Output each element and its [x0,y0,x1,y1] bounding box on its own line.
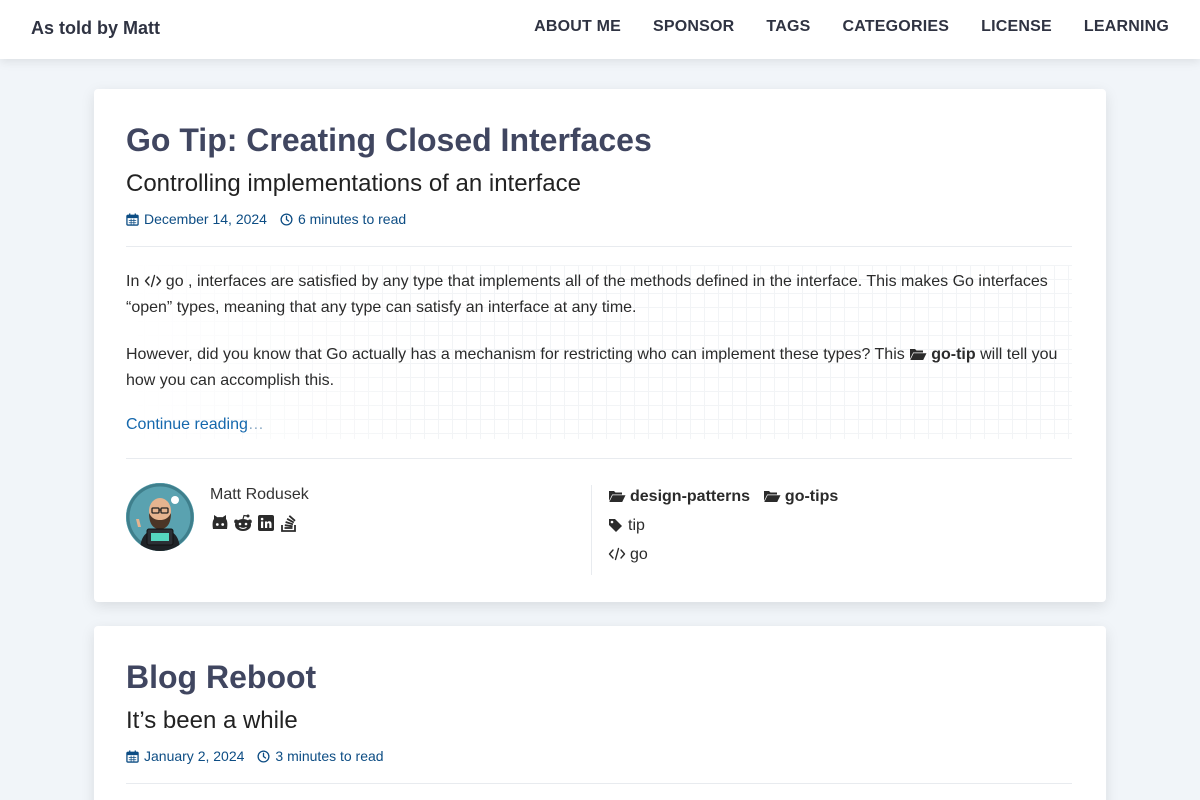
stackoverflow-icon[interactable] [279,513,299,533]
nav-tags[interactable]: TAGS [766,18,810,36]
read-time: 3 minutes to read [275,748,384,764]
nav-about-me[interactable]: ABOUT ME [534,18,621,36]
nav-sponsor[interactable]: SPONSOR [653,18,734,36]
main-nav: ABOUT ME SPONSOR TAGS CATEGORIES LICENSE… [502,18,1169,36]
linkedin-icon[interactable] [256,513,276,533]
tag-link[interactable]: tip [628,517,645,534]
post-tags: tip [608,517,645,535]
category-link[interactable]: go-tips [785,488,838,505]
calendar-icon [126,212,139,226]
continue-reading-link[interactable]: Continue reading… [126,416,264,434]
github-icon[interactable] [210,513,230,533]
site-title[interactable]: As told by Matt [31,18,160,39]
post-card: Blog Reboot It’s been a while January 2,… [94,626,1106,800]
post-meta: January 2, 2024 3 minutes to read [126,748,384,764]
calendar-icon [126,749,139,763]
tag-icon [609,519,622,532]
post-title[interactable]: Blog Reboot [126,659,316,696]
post-languages: go [608,546,648,564]
top-navbar: As told by Matt ABOUT ME SPONSOR TAGS CA… [0,0,1200,59]
excerpt-paragraph: In go , interfaces are satisfied by any … [126,273,1048,316]
divider [126,458,1072,459]
post-meta: December 14, 2024 6 minutes to read [126,211,406,227]
author-avatar[interactable] [126,483,194,551]
post-card: Go Tip: Creating Closed Interfaces Contr… [94,89,1106,602]
author-name[interactable]: Matt Rodusek [210,486,309,504]
author-social-links [210,513,302,533]
nav-categories[interactable]: CATEGORIES [842,18,949,36]
category-link-go-tip[interactable]: go-tip [931,346,975,363]
clock-icon [280,212,293,226]
excerpt-paragraph: However, did you know that Go actually h… [126,346,1058,389]
avatar-illustration [126,483,194,551]
language-link[interactable]: go [630,546,648,563]
code-icon [608,547,626,561]
folder-open-icon [609,491,626,502]
divider [126,783,1072,784]
post-categories: design-patterns go-tips [608,488,838,506]
post-date: January 2, 2024 [144,748,245,764]
folder-open-icon [910,349,927,360]
post-subtitle: It’s been a while [126,707,298,734]
nav-learning[interactable]: LEARNING [1084,18,1169,36]
reddit-icon[interactable] [233,513,253,533]
nav-license[interactable]: LICENSE [981,18,1052,36]
divider [126,246,1072,247]
folder-open-icon [763,491,781,502]
code-icon [144,274,161,288]
clock-icon [257,749,270,763]
language-link-go[interactable]: go [166,273,184,290]
column-divider [591,485,592,575]
post-title[interactable]: Go Tip: Creating Closed Interfaces [126,122,652,159]
read-time: 6 minutes to read [297,211,407,227]
category-link[interactable]: design-patterns [630,488,750,505]
post-date: December 14, 2024 [144,211,267,227]
post-subtitle: Controlling implementations of an interf… [126,170,581,197]
